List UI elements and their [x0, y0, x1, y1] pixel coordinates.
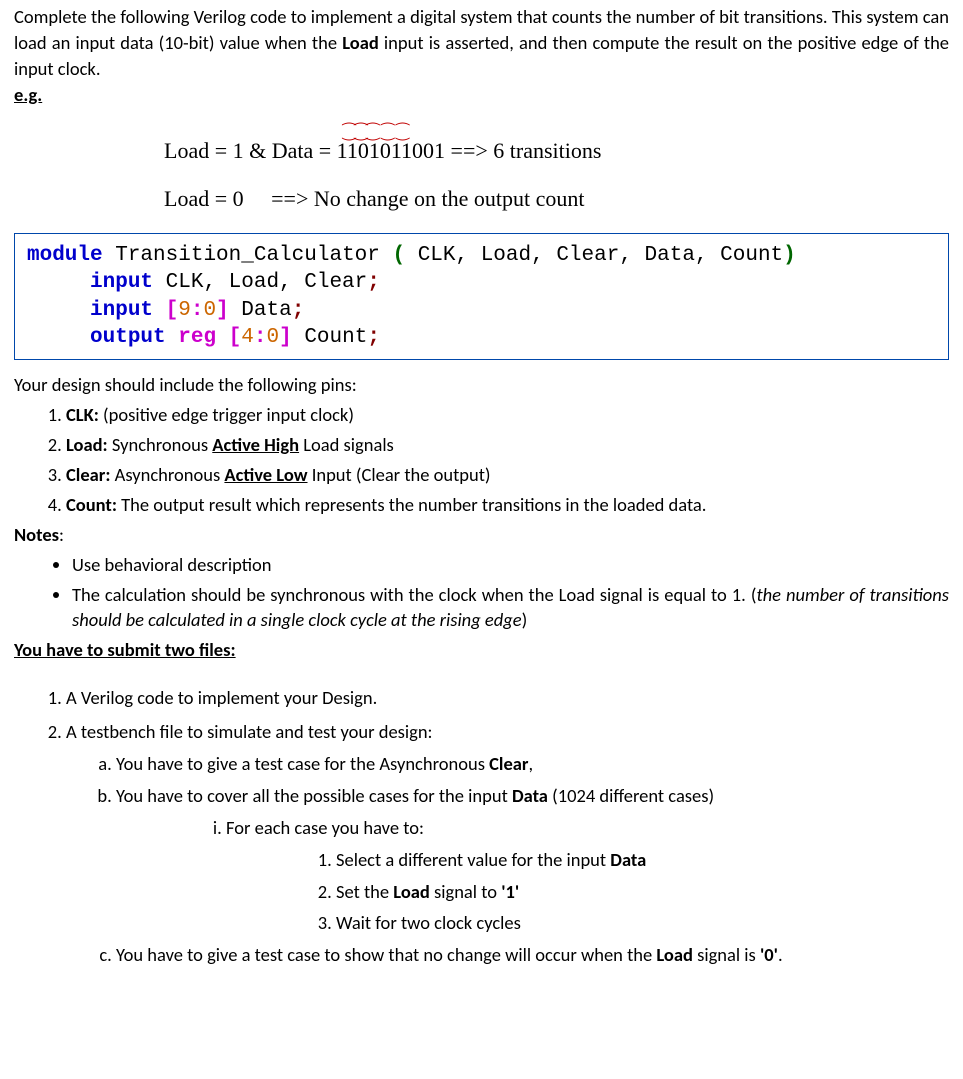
code-kw-module: module	[27, 244, 103, 267]
pin-load: Load: Synchronous Active High Load signa…	[66, 432, 949, 458]
code-kw-input1: input	[90, 271, 153, 294]
example-2a: Load = 0	[164, 186, 244, 211]
tb-b-i-steps: Select a different value for the input D…	[226, 847, 949, 937]
verilog-code-box: module Transition_Calculator ( CLK, Load…	[14, 233, 949, 360]
submit-heading: You have to submit two files:	[14, 637, 949, 663]
pins-heading: Your design should include the following…	[14, 372, 949, 398]
example-block: Load = 1 & Data = ⁐⁐⁐ ⁐ ⁐1101011001 ==> …	[164, 136, 949, 216]
pin-clear: Clear: Asynchronous Active Low Input (Cl…	[66, 462, 949, 488]
example-line-2: Load = 0 ==> No change on the output cou…	[164, 184, 949, 215]
code-kw-reg: reg	[166, 326, 216, 349]
note-1: Use behavioral description	[72, 552, 949, 578]
intro-paragraph: Complete the following Verilog code to i…	[14, 4, 949, 118]
intro-bold-load: Load	[342, 31, 379, 54]
notes-section: Notes: Use behavioral description The ca…	[14, 522, 949, 634]
code-paren-close: )	[783, 244, 796, 267]
transition-marks-icon: ⁐⁐⁐ ⁐ ⁐	[337, 122, 445, 144]
tb-b: You have to cover all the possible cases…	[116, 783, 949, 936]
example-2b: ==> No change on the output count	[271, 186, 584, 211]
tb-a: You have to give a test case for the Asy…	[116, 751, 949, 777]
notes-label: Notes	[14, 523, 59, 546]
submit-section: A Verilog code to implement your Design.…	[14, 685, 949, 968]
notes-list: Use behavioral description The calculati…	[14, 552, 949, 634]
tb-b-sublist: For each case you have to: Select a diff…	[116, 815, 949, 937]
pin-clk: CLK: (positive edge trigger input clock)	[66, 402, 949, 428]
eg-label: e.g.	[14, 82, 42, 108]
example-line-1: Load = 1 & Data = ⁐⁐⁐ ⁐ ⁐1101011001 ==> …	[164, 136, 949, 167]
submit-file-1: A Verilog code to implement your Design.	[66, 685, 949, 711]
note-2: The calculation should be synchronous wi…	[72, 582, 949, 634]
pin-count: Count: The output result which represent…	[66, 492, 949, 518]
code-semi: ;	[367, 271, 380, 294]
code-kw-output: output	[90, 326, 166, 349]
code-id-module: Transition_Calculator	[103, 244, 393, 267]
code-args: CLK, Load, Clear, Data, Count	[405, 244, 783, 267]
code-paren-open: (	[392, 244, 405, 267]
example-1a: Load = 1 & Data =	[164, 138, 337, 163]
testbench-sublist: You have to give a test case for the Asy…	[66, 751, 949, 968]
example-1b: ==> 6 transitions	[445, 138, 601, 163]
tb-b-i-2: Set the Load signal to '1'	[336, 879, 949, 905]
tb-c: You have to give a test case to show tha…	[116, 942, 949, 968]
submit-file-2: A testbench file to simulate and test yo…	[66, 719, 949, 968]
code-kw-input2: input	[90, 299, 153, 322]
pins-list: CLK: (positive edge trigger input clock)…	[14, 402, 949, 518]
tb-b-i-3: Wait for two clock cycles	[336, 910, 949, 936]
submit-list: A Verilog code to implement your Design.…	[14, 685, 949, 968]
example-data-word: ⁐⁐⁐ ⁐ ⁐1101011001	[337, 136, 445, 167]
pins-section: Your design should include the following…	[14, 372, 949, 517]
code-l2-rest: CLK, Load, Clear	[153, 271, 367, 294]
tb-b-i-1: Select a different value for the input D…	[336, 847, 949, 873]
tb-b-i: For each case you have to: Select a diff…	[226, 815, 949, 937]
